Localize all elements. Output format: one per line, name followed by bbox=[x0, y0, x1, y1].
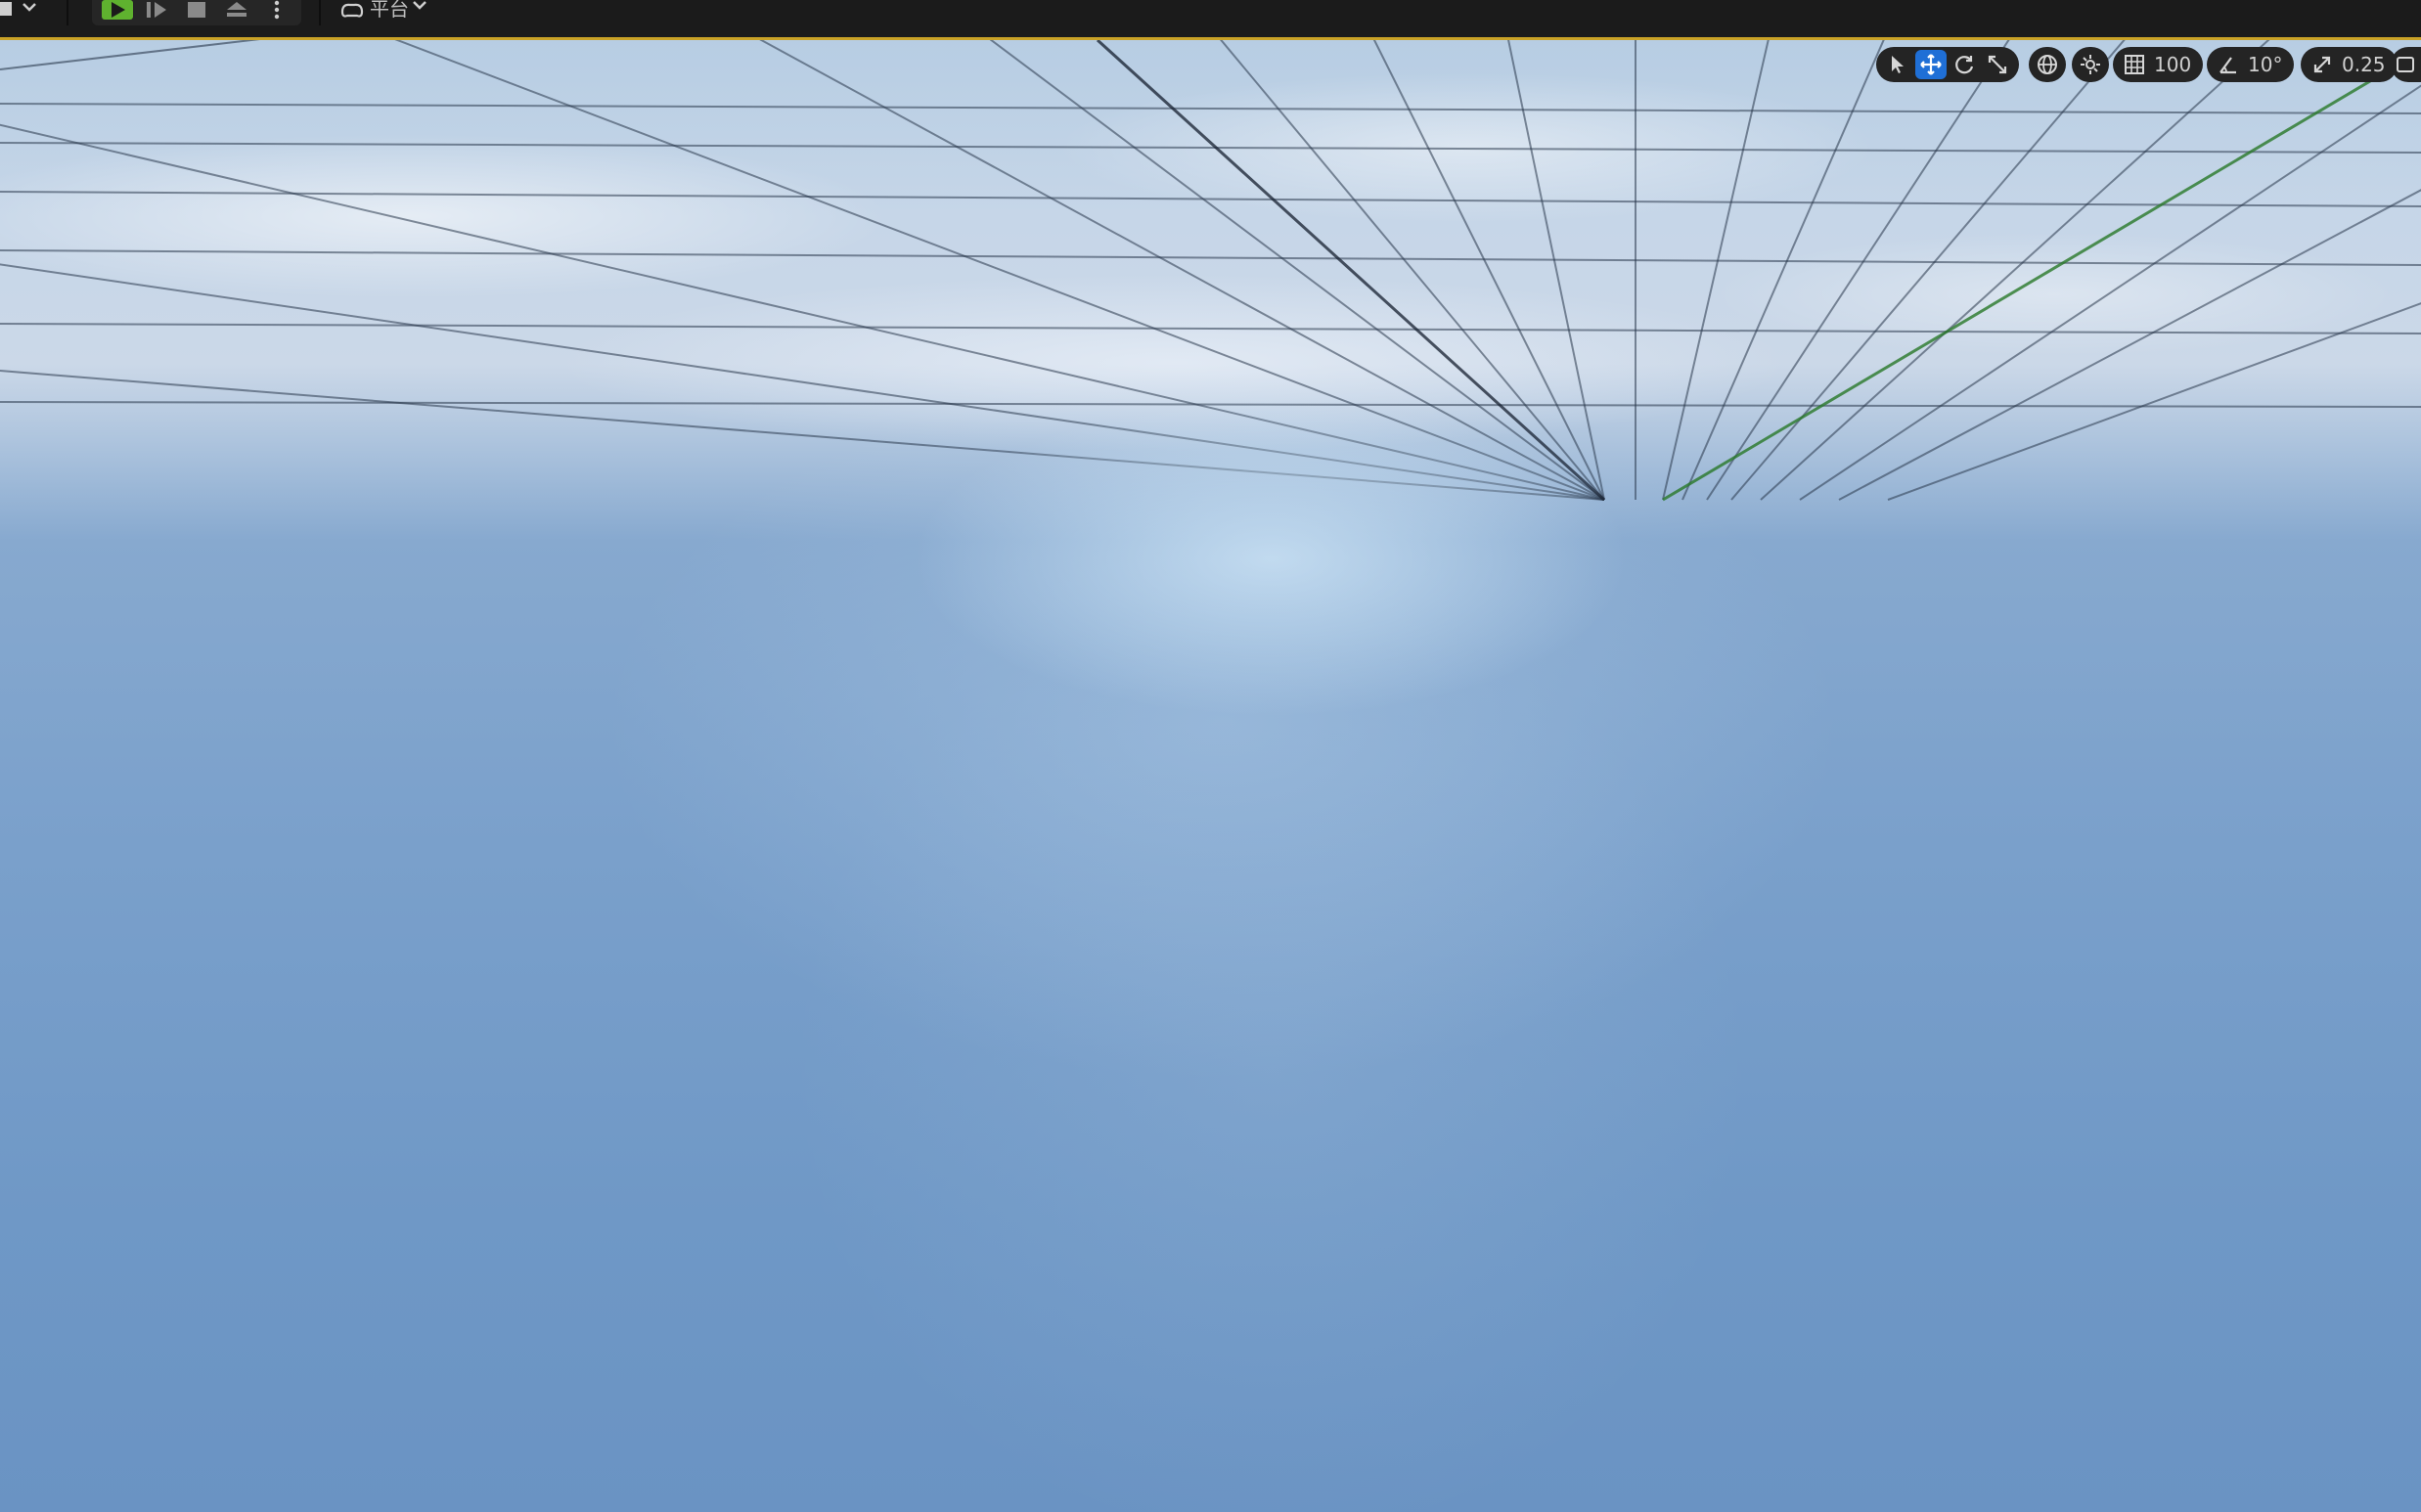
stop-button[interactable] bbox=[182, 0, 211, 22]
editor-toolbar: 平台 bbox=[0, 0, 2421, 40]
scale-icon bbox=[1988, 55, 2007, 74]
chevron-down-icon bbox=[22, 3, 36, 12]
world-globe-icon bbox=[2038, 55, 2057, 74]
camera-speed-button[interactable] bbox=[2391, 47, 2421, 82]
rotation-snap-group[interactable]: 10° bbox=[2207, 47, 2295, 82]
more-options-button[interactable] bbox=[264, 0, 290, 22]
eject-button[interactable] bbox=[221, 0, 252, 22]
rotate-tool-button[interactable] bbox=[1949, 50, 1980, 79]
scale-snap-value[interactable]: 0.25 bbox=[2340, 53, 2392, 76]
grid-snap-value[interactable]: 100 bbox=[2152, 53, 2197, 76]
stop-icon bbox=[188, 2, 205, 18]
translate-tool-button[interactable] bbox=[1915, 50, 1947, 79]
grid-snap-group[interactable]: 100 bbox=[2113, 47, 2204, 82]
surface-snap-icon bbox=[2081, 55, 2100, 74]
play-icon bbox=[102, 0, 133, 20]
main-menu-button[interactable] bbox=[0, 0, 39, 22]
surface-snapping-button[interactable] bbox=[2072, 47, 2109, 82]
coordinate-system-button[interactable] bbox=[2029, 47, 2066, 82]
select-icon bbox=[1892, 56, 1904, 73]
play-controls bbox=[92, 0, 301, 25]
select-tool-button[interactable] bbox=[1882, 50, 1913, 79]
platforms-dropdown[interactable]: 平台 bbox=[338, 0, 446, 22]
eject-icon bbox=[227, 2, 247, 17]
rotate-icon bbox=[1955, 56, 1974, 74]
toolbar-divider bbox=[67, 0, 68, 25]
grid-snap-icon bbox=[2125, 55, 2144, 74]
advance-frame-button[interactable] bbox=[143, 0, 172, 22]
scale-snap-group[interactable]: 0.25 bbox=[2301, 47, 2398, 82]
translate-icon bbox=[1920, 54, 1942, 75]
more-options-icon bbox=[274, 0, 280, 20]
advance-frame-icon bbox=[147, 2, 166, 18]
gamepad-icon bbox=[340, 3, 364, 18]
rotation-snap-icon bbox=[2219, 57, 2236, 74]
platforms-label: 平台 bbox=[370, 0, 409, 21]
particle-system-effect bbox=[0, 40, 2421, 1512]
rotation-snap-value[interactable]: 10° bbox=[2246, 53, 2288, 76]
scale-tool-button[interactable] bbox=[1982, 50, 2013, 79]
menu-icon bbox=[0, 2, 36, 16]
scale-snap-icon bbox=[2313, 56, 2331, 73]
transform-tools-group bbox=[1876, 47, 2019, 82]
play-button[interactable] bbox=[100, 0, 135, 22]
camera-icon bbox=[2397, 57, 2414, 72]
chevron-down-icon bbox=[413, 1, 426, 10]
level-viewport[interactable] bbox=[0, 40, 2421, 1512]
toolbar-divider bbox=[319, 0, 321, 25]
